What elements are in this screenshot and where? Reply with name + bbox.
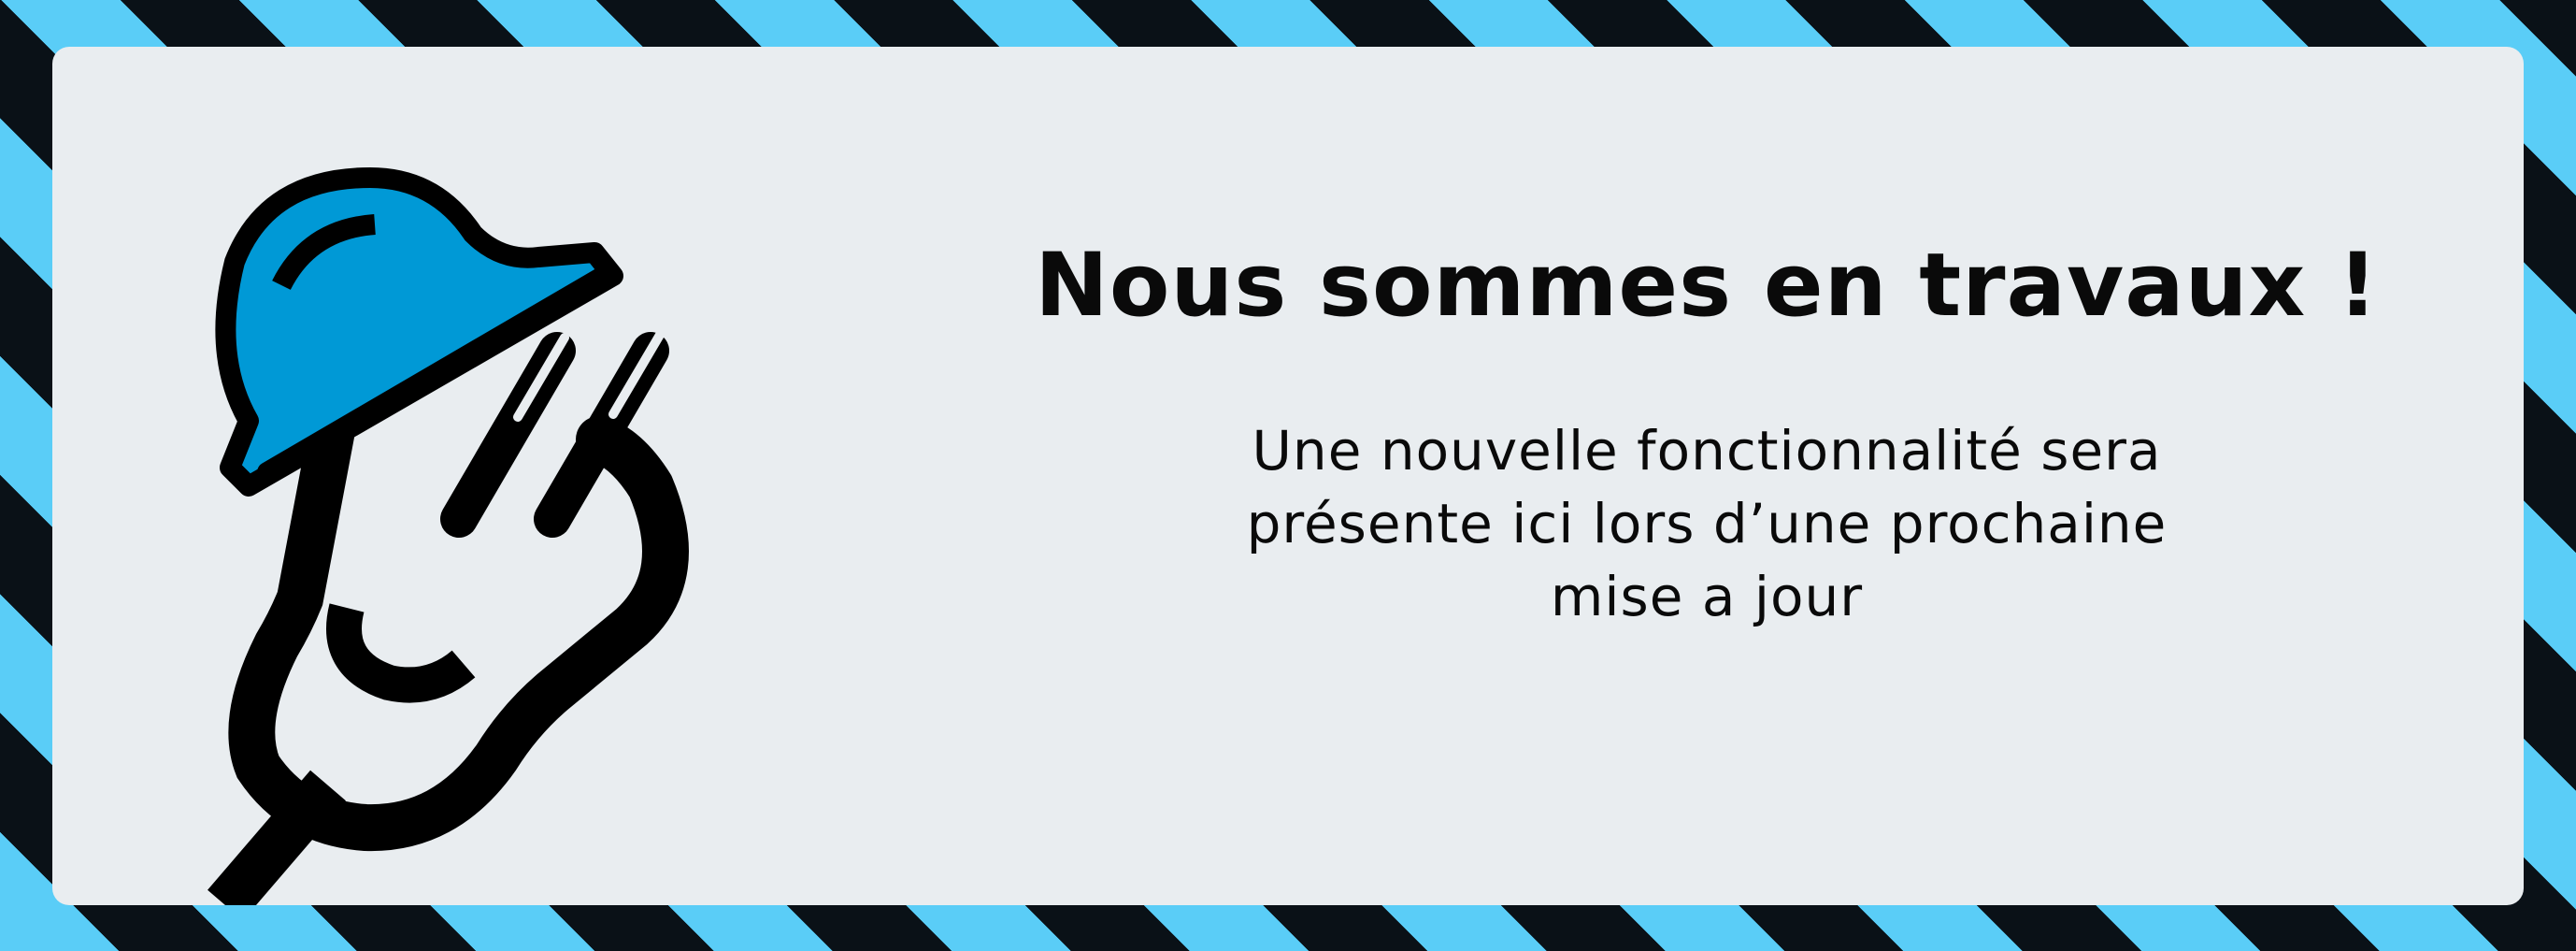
hazard-stripe-border: Nous sommes en travaux ! Une nouvelle fo…	[0, 0, 2576, 951]
notice-text: Nous sommes en travaux ! Une nouvelle fo…	[987, 234, 2426, 633]
notice-message: Une nouvelle fonctionnalité sera présent…	[1246, 418, 2168, 628]
page-title: Nous sommes en travaux !	[1035, 235, 2379, 337]
maintenance-panel: Nous sommes en travaux ! Une nouvelle fo…	[52, 47, 2524, 905]
hardhat-plug-mascot-icon	[208, 167, 689, 905]
